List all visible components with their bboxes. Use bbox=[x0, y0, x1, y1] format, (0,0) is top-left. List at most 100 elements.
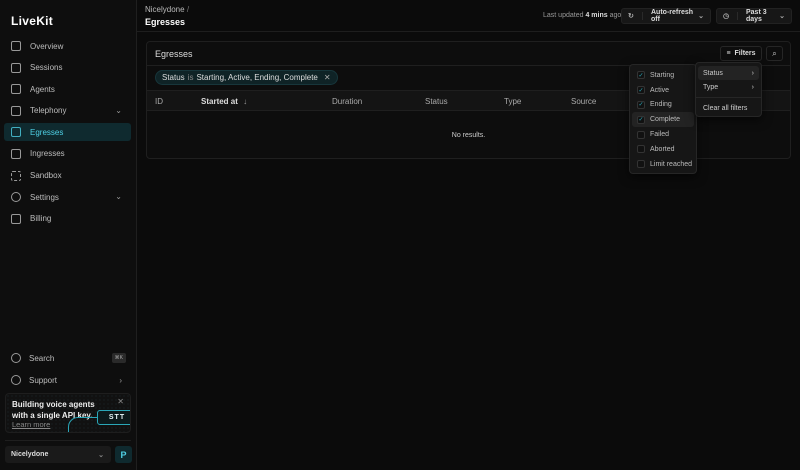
promo-graphic bbox=[68, 417, 98, 432]
sidebar-item-label: Overview bbox=[30, 41, 64, 51]
column-started-at[interactable]: Started at ↓ bbox=[201, 97, 247, 106]
shortcut-badge: ⌘K bbox=[111, 353, 126, 363]
refresh-icon: ↻ bbox=[622, 12, 643, 20]
learn-more-link[interactable]: Learn more bbox=[12, 420, 50, 429]
last-updated: Last updated 4 mins ago bbox=[543, 12, 621, 19]
filters-button[interactable]: ≡ Filters bbox=[720, 46, 762, 61]
status-options-menu: ✓ Starting ✓ Active ✓ Ending ✓ Complete Fail… bbox=[629, 64, 697, 174]
page-title: Egresses bbox=[145, 17, 186, 27]
status-option-limit-reached[interactable]: Limit reached bbox=[632, 157, 694, 172]
sidebar-item-label: Settings bbox=[30, 192, 59, 202]
checkbox-checked-icon[interactable]: ✓ bbox=[637, 71, 645, 80]
avatar[interactable]: P bbox=[115, 446, 132, 463]
sidebar-item-agents[interactable]: Agents bbox=[4, 80, 131, 98]
chevron-down-icon: ⌄ bbox=[115, 105, 122, 115]
download-icon bbox=[11, 148, 21, 159]
checkbox-icon[interactable] bbox=[637, 145, 645, 154]
column-status: Status bbox=[425, 97, 448, 106]
search-icon[interactable]: ⌕ bbox=[766, 46, 783, 61]
sidebar-item-settings[interactable]: Settings ⌄ bbox=[4, 188, 131, 206]
sidebar-item-ingresses[interactable]: Ingresses bbox=[4, 145, 131, 163]
status-option-active[interactable]: ✓ Active bbox=[632, 83, 694, 98]
promo-banner: Building voice agents with a single API … bbox=[5, 393, 131, 433]
auto-refresh-dropdown[interactable]: ↻ Auto-refresh off ⌄ bbox=[621, 8, 711, 24]
chevron-right-icon: › bbox=[751, 69, 754, 77]
updated-suffix: ago bbox=[609, 12, 622, 19]
column-id: ID bbox=[155, 97, 163, 106]
chevron-right-icon: › bbox=[119, 375, 122, 385]
auto-refresh-label: Auto-refresh off bbox=[651, 9, 694, 23]
close-icon[interactable]: ✕ bbox=[324, 73, 331, 82]
option-label: Limit reached bbox=[650, 160, 693, 168]
sidebar-item-label: Sandbox bbox=[30, 171, 62, 181]
search-button[interactable]: Search ⌘K bbox=[11, 353, 126, 363]
sidebar-item-overview[interactable]: Overview bbox=[4, 37, 131, 55]
upload-icon bbox=[11, 127, 21, 138]
option-label: Starting bbox=[650, 71, 675, 79]
status-filter-chip[interactable]: Status is Starting, Active, Ending, Comple… bbox=[155, 70, 338, 85]
filters-menu: Status › Type › Clear all filters bbox=[695, 62, 762, 117]
column-label: Started at bbox=[201, 97, 238, 106]
filter-menu-type[interactable]: Type › bbox=[698, 80, 759, 94]
checkbox-checked-icon[interactable]: ✓ bbox=[637, 115, 645, 124]
sidebar-item-label: Egresses bbox=[30, 127, 64, 137]
sidebar-item-sandbox[interactable]: Sandbox bbox=[4, 167, 131, 185]
status-option-starting[interactable]: ✓ Starting bbox=[632, 68, 694, 83]
lifebuoy-icon bbox=[11, 375, 21, 385]
checkbox-icon[interactable] bbox=[637, 130, 645, 139]
breadcrumb: Nicelydone / bbox=[145, 5, 189, 14]
support-label: Support bbox=[29, 375, 58, 385]
status-option-failed[interactable]: Failed bbox=[632, 127, 694, 142]
divider bbox=[696, 97, 761, 98]
close-icon[interactable]: ✕ bbox=[117, 397, 124, 406]
filter-icon: ≡ bbox=[726, 50, 731, 57]
sidebar-item-billing[interactable]: Billing bbox=[4, 210, 131, 228]
chip-values: Starting, Active, Ending, Complete bbox=[196, 73, 318, 82]
livekit-logo[interactable]: LiveKit bbox=[11, 14, 53, 28]
clear-all-filters[interactable]: Clear all filters bbox=[698, 101, 759, 115]
phone-icon bbox=[11, 105, 21, 116]
search-label: Search bbox=[29, 353, 55, 363]
column-source: Source bbox=[571, 97, 597, 106]
project-selector[interactable]: Nicelydone ⌄ bbox=[5, 446, 111, 463]
time-range-dropdown[interactable]: ◷ Past 3 days ⌄ bbox=[716, 8, 792, 24]
checkbox-icon[interactable] bbox=[637, 160, 645, 169]
clock-icon: ◷ bbox=[717, 12, 738, 20]
chevron-down-icon: ⌄ bbox=[698, 13, 704, 20]
sidebar-item-sessions[interactable]: Sessions bbox=[4, 59, 131, 77]
sidebar-item-label: Sessions bbox=[30, 63, 63, 73]
chip-operator: is bbox=[187, 73, 194, 82]
status-option-aborted[interactable]: Aborted bbox=[632, 142, 694, 157]
filters-label: Filters bbox=[734, 50, 756, 57]
breadcrumb-separator: / bbox=[186, 5, 190, 14]
updated-prefix: Last updated bbox=[543, 12, 584, 19]
chart-icon bbox=[11, 41, 21, 51]
project-name: Nicelydone bbox=[11, 451, 49, 458]
option-label: Complete bbox=[650, 116, 680, 124]
card-icon bbox=[11, 213, 21, 224]
sidebar-item-label: Telephony bbox=[30, 106, 67, 116]
card-title: Egresses bbox=[155, 49, 193, 59]
option-label: Active bbox=[650, 86, 670, 94]
divider bbox=[5, 440, 131, 441]
filter-menu-status[interactable]: Status › bbox=[698, 66, 759, 80]
breadcrumb-project[interactable]: Nicelydone bbox=[145, 5, 185, 14]
checkbox-checked-icon[interactable]: ✓ bbox=[637, 86, 645, 95]
checkbox-checked-icon[interactable]: ✓ bbox=[637, 100, 645, 109]
chevron-down-icon: ⌄ bbox=[779, 13, 785, 20]
sidebar-item-egresses[interactable]: Egresses bbox=[4, 123, 131, 142]
sidebar-item-label: Billing bbox=[30, 214, 52, 224]
sidebar-nav: Overview Sessions Agents Telephony ⌄ Egre… bbox=[4, 37, 131, 231]
search-icon bbox=[11, 353, 21, 363]
gear-icon bbox=[11, 192, 21, 203]
support-button[interactable]: Support › bbox=[11, 375, 126, 385]
updated-value: 4 mins bbox=[585, 12, 608, 19]
header: Nicelydone / Egresses Last updated 4 min… bbox=[137, 0, 800, 32]
column-type: Type bbox=[504, 97, 522, 106]
sidebar-item-telephony[interactable]: Telephony ⌄ bbox=[4, 102, 131, 120]
sidebar-item-label: Agents bbox=[30, 84, 55, 94]
stt-badge: STT bbox=[97, 410, 130, 425]
time-range-label: Past 3 days bbox=[746, 9, 767, 23]
status-option-complete[interactable]: ✓ Complete bbox=[632, 112, 694, 128]
status-option-ending[interactable]: ✓ Ending bbox=[632, 98, 694, 113]
